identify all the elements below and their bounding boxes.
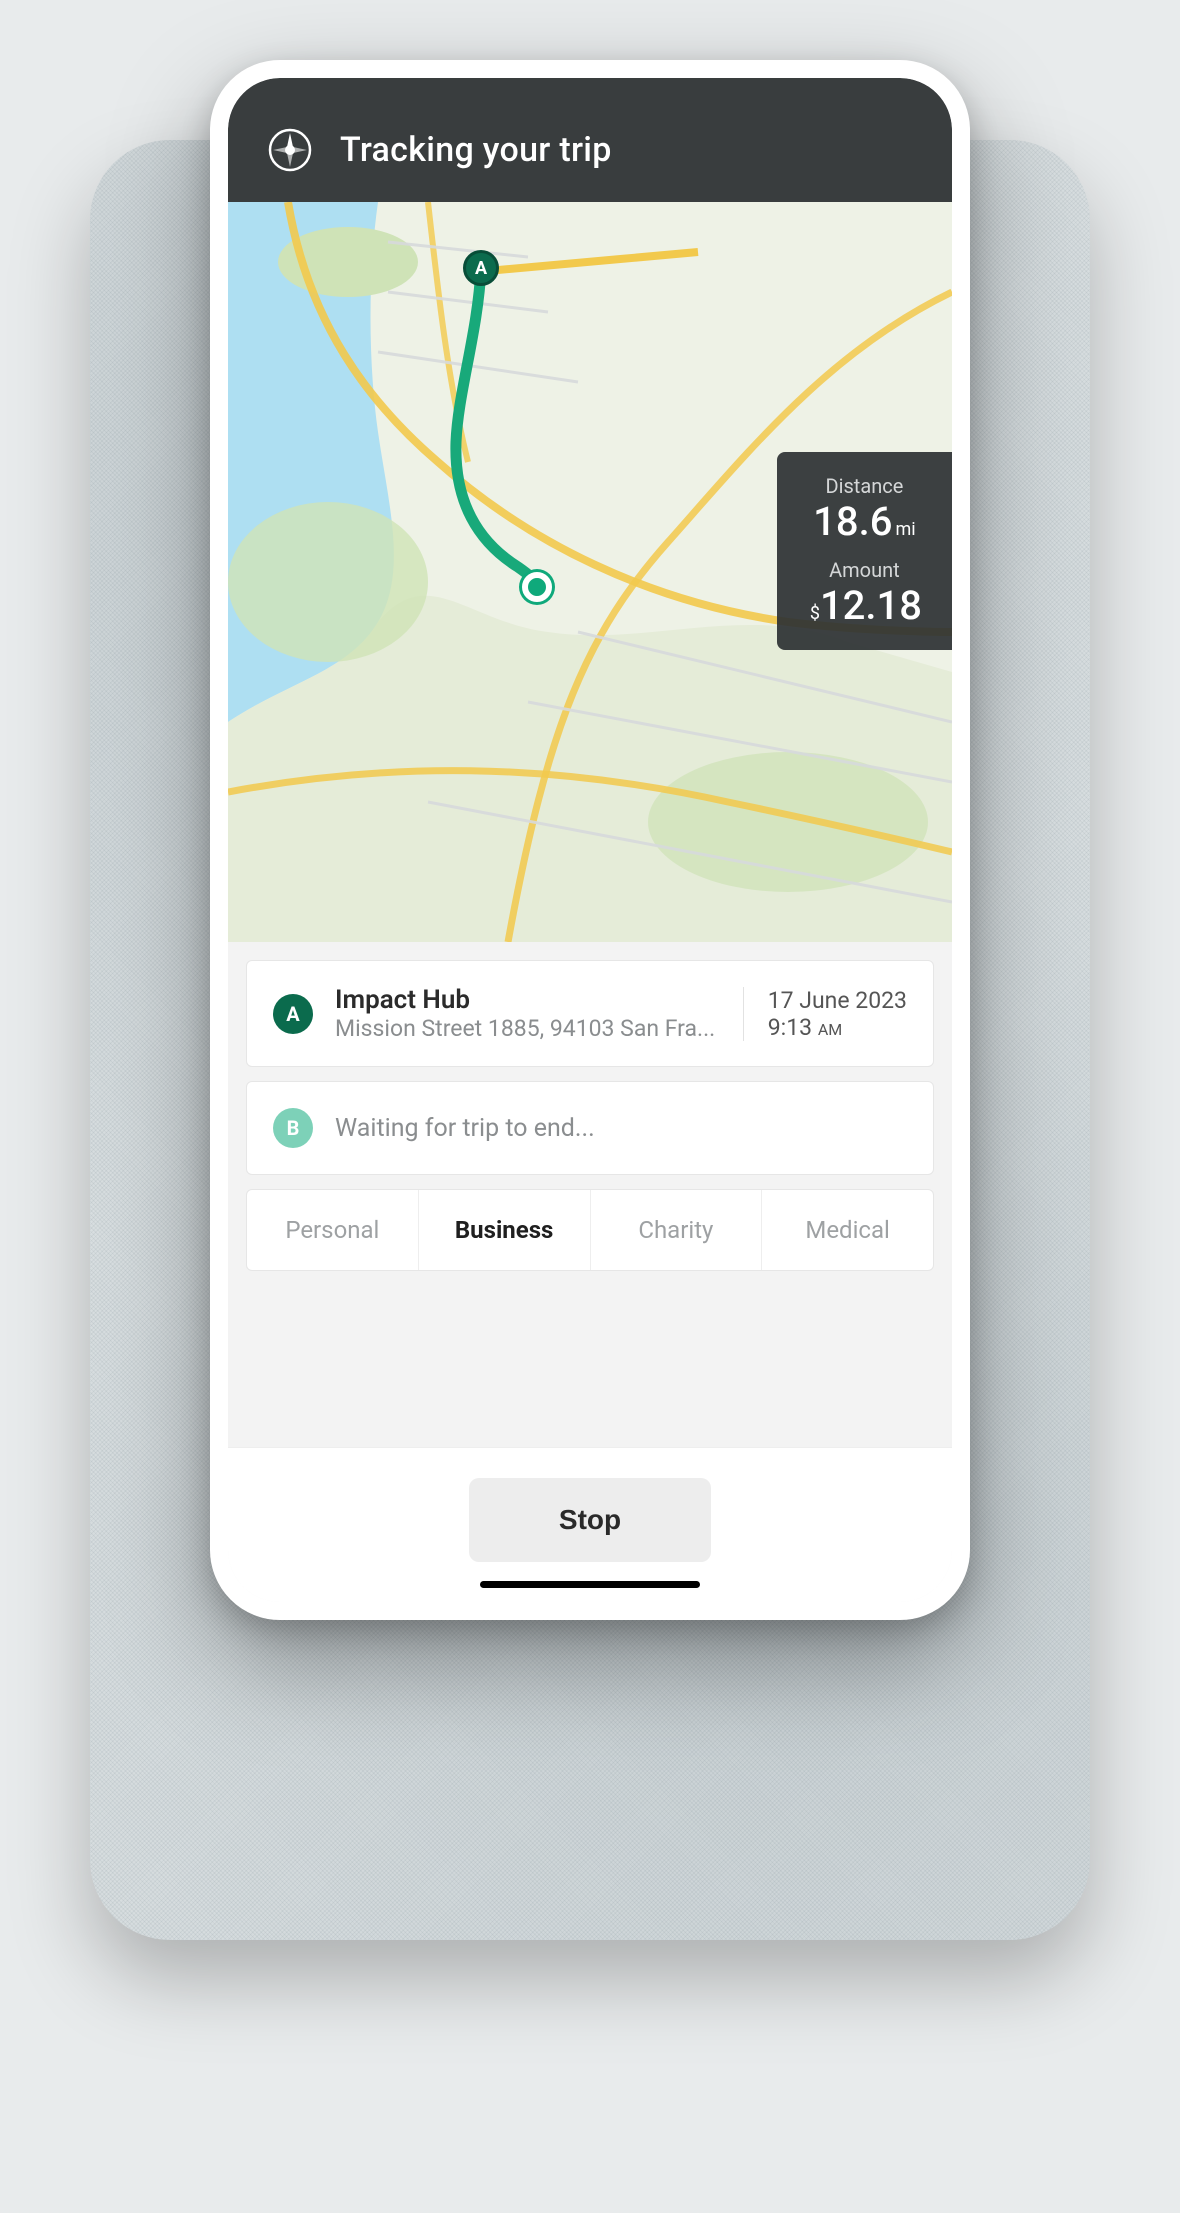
bottom-bar: Stop: [228, 1447, 952, 1602]
destination-status: Waiting for trip to end...: [335, 1114, 595, 1143]
trip-stats-overlay: Distance 18.6mi Amount $12.18: [777, 452, 952, 650]
distance-label: Distance: [807, 474, 922, 498]
tab-charity[interactable]: Charity: [591, 1190, 763, 1270]
tab-business[interactable]: Business: [419, 1190, 591, 1270]
origin-date: 17 June 2023: [768, 987, 907, 1014]
origin-card[interactable]: A Impact Hub Mission Street 1885, 94103 …: [246, 960, 934, 1067]
origin-marker: A: [463, 250, 499, 286]
distance-value: 18.6mi: [807, 500, 922, 544]
stop-button[interactable]: Stop: [469, 1478, 711, 1562]
category-tabs: Personal Business Charity Medical: [246, 1189, 934, 1271]
destination-badge: B: [273, 1108, 313, 1148]
page-title: Tracking your trip: [340, 130, 612, 170]
destination-card[interactable]: B Waiting for trip to end...: [246, 1081, 934, 1175]
trip-details: A Impact Hub Mission Street 1885, 94103 …: [228, 942, 952, 1447]
tab-medical[interactable]: Medical: [762, 1190, 933, 1270]
compass-icon: [268, 128, 312, 172]
screen: Tracking your trip: [228, 78, 952, 1602]
origin-address: Mission Street 1885, 94103 San Fra...: [335, 1015, 721, 1042]
origin-info: Impact Hub Mission Street 1885, 94103 Sa…: [335, 985, 721, 1042]
origin-datetime: 17 June 2023 9:13 AM: [743, 987, 907, 1041]
origin-name: Impact Hub: [335, 985, 721, 1015]
home-indicator[interactable]: [480, 1581, 700, 1588]
trip-map[interactable]: A Distance 18.6mi Amount $12.18: [228, 202, 952, 942]
origin-badge: A: [273, 994, 313, 1034]
tab-personal[interactable]: Personal: [247, 1190, 419, 1270]
origin-time: 9:13 AM: [768, 1014, 907, 1041]
amount-label: Amount: [807, 558, 922, 582]
amount-value: $12.18: [807, 584, 922, 628]
current-location-marker: [522, 572, 552, 602]
phone-frame: Tracking your trip: [210, 60, 970, 1620]
app-header: Tracking your trip: [228, 78, 952, 202]
